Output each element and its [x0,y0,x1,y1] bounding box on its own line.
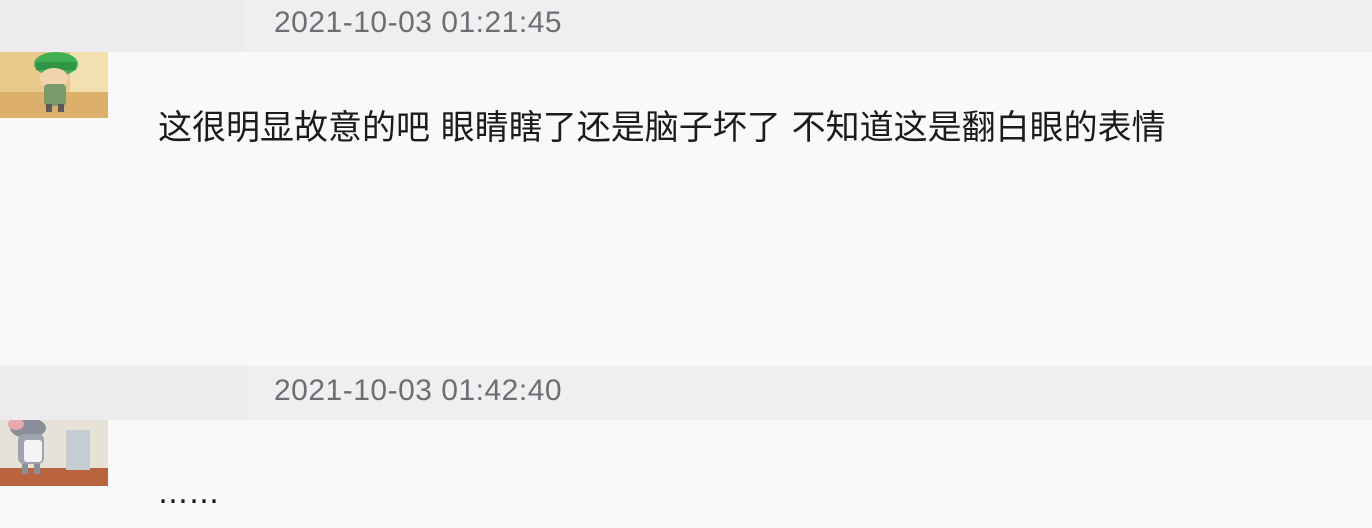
comment-header: 2021-10-03 01:42:40 [0,366,1372,420]
comment-text: 这很明显故意的吧 眼睛瞎了还是脑子坏了 不知道这是翻白眼的表情 [158,108,1166,148]
header-strip [0,366,248,420]
cartoon-character-green-hat-avatar-icon[interactable] [0,52,108,118]
header-strip [0,0,244,52]
comment-text: …… [158,476,220,511]
cartoon-cat-avatar-icon[interactable] [0,420,108,486]
comment-header: 2021-10-03 01:21:45 [0,0,1372,52]
comment-item: …… [0,420,1372,528]
comment-item: 这很明显故意的吧 眼睛瞎了还是脑子坏了 不知道这是翻白眼的表情 [0,52,1372,364]
comment-feed: 2021-10-03 01:21:45 这很明显故意的吧 眼睛瞎了还是脑子坏了 … [0,0,1372,528]
comment-timestamp: 2021-10-03 01:42:40 [274,374,563,407]
comment-timestamp: 2021-10-03 01:21:45 [274,6,563,39]
